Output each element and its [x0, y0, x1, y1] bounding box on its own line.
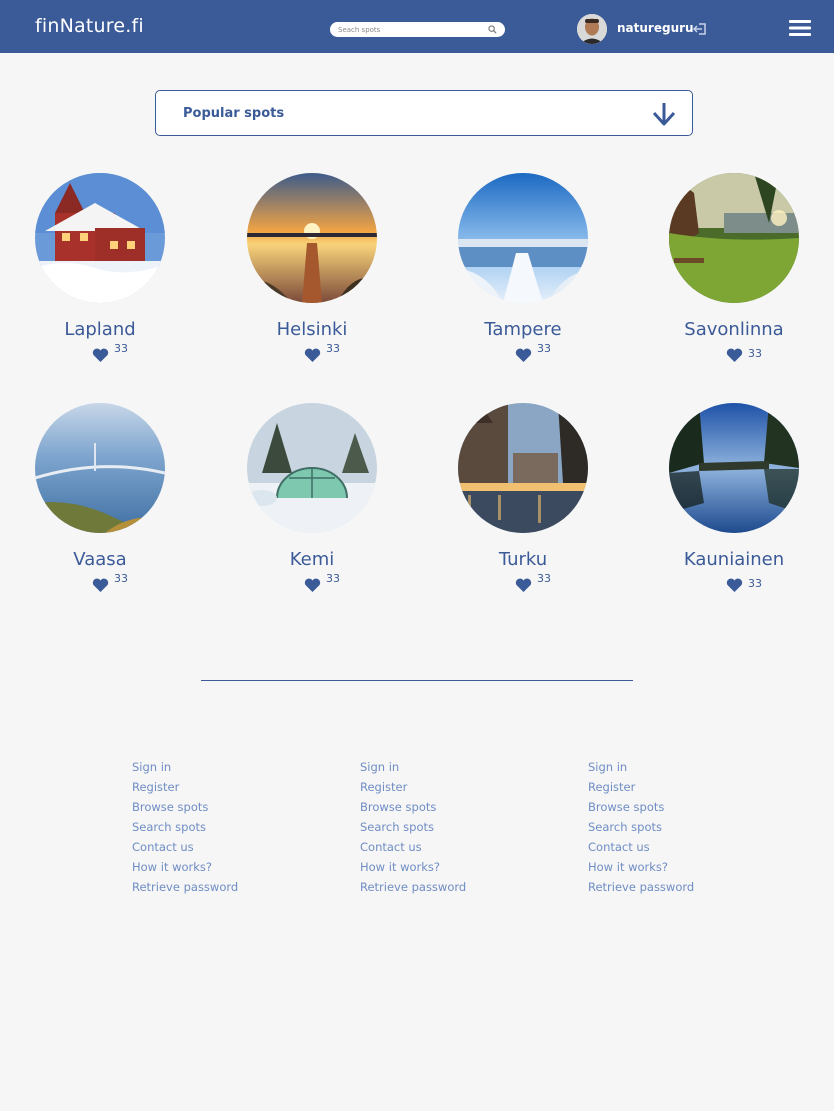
heart-icon[interactable] — [726, 578, 743, 593]
footer-column: Sign in Register Browse spots Search spo… — [588, 757, 694, 897]
footer-link-search-spots[interactable]: Search spots — [360, 817, 466, 837]
spot-name[interactable]: Kauniainen — [644, 549, 824, 570]
heart-icon[interactable] — [92, 578, 109, 593]
footer-link-register[interactable]: Register — [360, 777, 466, 797]
search-box[interactable] — [330, 22, 505, 37]
spot-name[interactable]: Kemi — [222, 549, 402, 570]
footer-link-register[interactable]: Register — [132, 777, 238, 797]
heart-icon[interactable] — [304, 348, 321, 363]
footer-link-browse-spots[interactable]: Browse spots — [588, 797, 694, 817]
footer-link-register[interactable]: Register — [588, 777, 694, 797]
like-count: 33 — [326, 342, 340, 355]
username[interactable]: natureguru — [617, 21, 694, 35]
dropdown-label: Popular spots — [183, 106, 285, 121]
footer-column: Sign in Register Browse spots Search spo… — [360, 757, 466, 897]
search-icon[interactable] — [488, 25, 497, 34]
user-avatar[interactable] — [577, 14, 607, 44]
footer-link-browse-spots[interactable]: Browse spots — [360, 797, 466, 817]
spot-photo[interactable] — [247, 403, 377, 533]
top-bar: finNature.fi natureguru — [0, 0, 834, 53]
like-counter: 33 — [222, 572, 402, 592]
spot-card-savonlinna[interactable]: Savonlinna 33 — [644, 173, 824, 362]
spot-name[interactable]: Lapland — [10, 319, 190, 340]
heart-icon[interactable] — [515, 578, 532, 593]
footer-divider — [201, 680, 633, 681]
spot-photo[interactable] — [458, 173, 588, 303]
like-counter: 33 — [433, 342, 613, 362]
heart-icon[interactable] — [304, 578, 321, 593]
footer-link-retrieve-password[interactable]: Retrieve password — [588, 877, 694, 897]
like-count: 33 — [537, 572, 551, 585]
like-counter: 33 — [10, 572, 190, 592]
spot-card-vaasa[interactable]: Vaasa 33 — [10, 403, 190, 592]
footer-link-retrieve-password[interactable]: Retrieve password — [360, 877, 466, 897]
footer-link-contact-us[interactable]: Contact us — [132, 837, 238, 857]
footer-link-search-spots[interactable]: Search spots — [588, 817, 694, 837]
spot-photo[interactable] — [35, 173, 165, 303]
footer-link-how-it-works[interactable]: How it works? — [132, 857, 238, 877]
heart-icon[interactable] — [92, 348, 109, 363]
hamburger-menu-icon[interactable] — [789, 19, 811, 37]
like-count: 33 — [114, 572, 128, 585]
spot-card-tampere[interactable]: Tampere 33 — [433, 173, 613, 362]
like-counter: 33 — [222, 342, 402, 362]
footer-link-retrieve-password[interactable]: Retrieve password — [132, 877, 238, 897]
spot-photo[interactable] — [458, 403, 588, 533]
search-input[interactable] — [338, 22, 483, 37]
like-counter: 33 — [644, 342, 824, 362]
site-logo[interactable]: finNature.fi — [35, 15, 144, 37]
spot-photo[interactable] — [669, 403, 799, 533]
spot-photo[interactable] — [247, 173, 377, 303]
footer-link-how-it-works[interactable]: How it works? — [360, 857, 466, 877]
spot-name[interactable]: Savonlinna — [644, 319, 824, 340]
spot-name[interactable]: Tampere — [433, 319, 613, 340]
like-counter: 33 — [433, 572, 613, 592]
footer-column: Sign in Register Browse spots Search spo… — [132, 757, 238, 897]
spot-name[interactable]: Turku — [433, 549, 613, 570]
like-count: 33 — [748, 347, 762, 360]
spot-photo[interactable] — [669, 173, 799, 303]
arrow-down-icon[interactable] — [652, 101, 676, 127]
footer-link-contact-us[interactable]: Contact us — [360, 837, 466, 857]
spot-name[interactable]: Vaasa — [10, 549, 190, 570]
popular-spots-dropdown[interactable]: Popular spots — [155, 90, 693, 136]
like-count: 33 — [748, 577, 762, 590]
footer-link-sign-in[interactable]: Sign in — [132, 757, 238, 777]
footer-link-how-it-works[interactable]: How it works? — [588, 857, 694, 877]
footer-link-search-spots[interactable]: Search spots — [132, 817, 238, 837]
footer-link-sign-in[interactable]: Sign in — [360, 757, 466, 777]
footer-link-browse-spots[interactable]: Browse spots — [132, 797, 238, 817]
footer-link-sign-in[interactable]: Sign in — [588, 757, 694, 777]
like-counter: 33 — [644, 572, 824, 592]
logout-icon[interactable] — [693, 21, 709, 37]
spot-card-lapland[interactable]: Lapland 33 — [10, 173, 190, 362]
like-count: 33 — [326, 572, 340, 585]
like-count: 33 — [114, 342, 128, 355]
like-counter: 33 — [10, 342, 190, 362]
heart-icon[interactable] — [515, 348, 532, 363]
spot-photo[interactable] — [35, 403, 165, 533]
heart-icon[interactable] — [726, 348, 743, 363]
spot-card-helsinki[interactable]: Helsinki 33 — [222, 173, 402, 362]
like-count: 33 — [537, 342, 551, 355]
spot-name[interactable]: Helsinki — [222, 319, 402, 340]
spot-card-kemi[interactable]: Kemi 33 — [222, 403, 402, 592]
spot-card-kauniainen[interactable]: Kauniainen 33 — [644, 403, 824, 592]
spot-card-turku[interactable]: Turku 33 — [433, 403, 613, 592]
footer-link-contact-us[interactable]: Contact us — [588, 837, 694, 857]
